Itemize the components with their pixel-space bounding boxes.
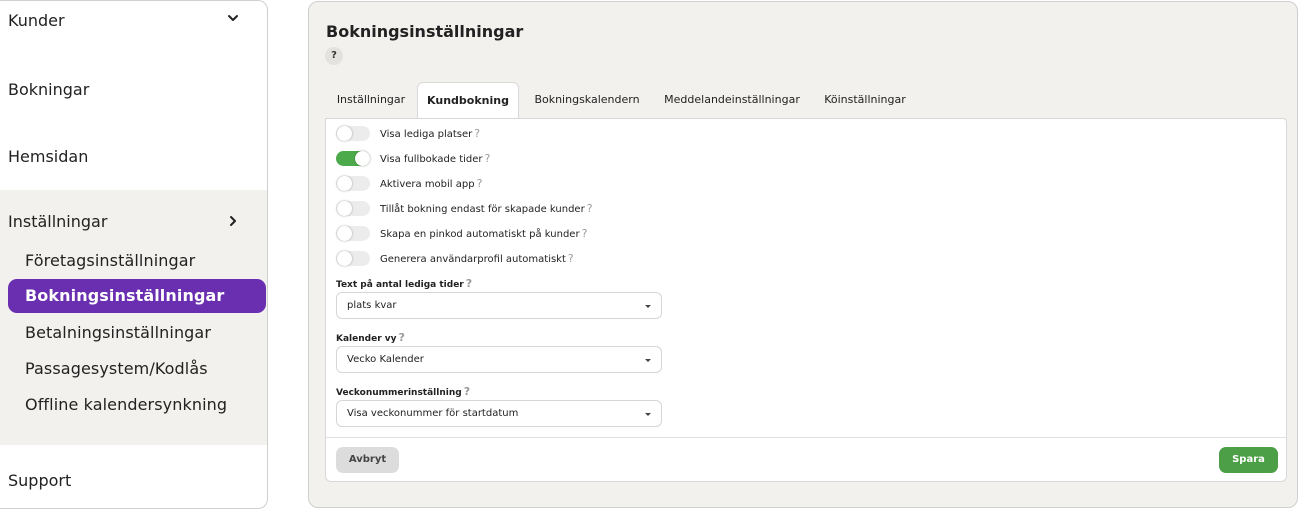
tab-koinstallningar[interactable]: Köinställningar <box>813 82 917 118</box>
field-label: Kalender vy <box>336 334 397 344</box>
toggle-label-wrap: Tillåt bokning endast för skapade kunder… <box>380 202 593 215</box>
toggle-row: Tillåt bokning endast för skapade kunder… <box>336 200 736 218</box>
toggle-row: Visa fullbokade tider? <box>336 150 736 168</box>
tab-bokningskalendern[interactable]: Bokningskalendern <box>525 82 649 118</box>
sidebar: Kunder Bokningar Hemsidan Inställningar … <box>0 0 268 509</box>
tab-installningar[interactable]: Inställningar <box>325 82 417 118</box>
sub-item-offline-kalendersynkning[interactable]: Offline kalendersynkning <box>25 395 227 414</box>
toggle-label: Tillåt bokning endast för skapade kunder <box>380 204 585 215</box>
caret-down-icon <box>645 359 651 362</box>
toggle-knob <box>337 176 352 191</box>
help-icon[interactable]: ? <box>325 47 343 65</box>
page-title: Bokningsinställningar <box>326 22 524 41</box>
field-label-wrap: Kalender vy? <box>336 331 405 344</box>
toggle-label: Aktivera mobil app <box>380 179 475 190</box>
toggle-knob <box>355 151 370 166</box>
toggle-row: Generera användarprofil automatiskt? <box>336 250 736 268</box>
nav-item-installningar[interactable]: Inställningar <box>8 212 107 231</box>
toggle-label-wrap: Visa fullbokade tider? <box>380 152 490 165</box>
nav-item-kunder[interactable]: Kunder <box>8 11 65 30</box>
help-icon[interactable]: ? <box>399 331 405 344</box>
toggle-label-wrap: Skapa en pinkod automatiskt på kunder? <box>380 227 587 240</box>
sub-item-bokningsinstallningar[interactable]: Bokningsinställningar <box>8 279 266 313</box>
toggle-row: Visa lediga platser? <box>336 125 736 143</box>
toggle-label-wrap: Aktivera mobil app? <box>380 177 482 190</box>
save-button[interactable]: Spara <box>1219 447 1278 473</box>
lediga-tider-select[interactable]: plats kvar <box>336 292 662 319</box>
help-icon[interactable]: ? <box>485 152 491 165</box>
field-label-wrap: Text på antal lediga tider? <box>336 277 472 290</box>
divider <box>326 437 1286 438</box>
visa-lediga-platser-toggle[interactable] <box>336 126 370 141</box>
nav-item-bokningar[interactable]: Bokningar <box>8 80 89 99</box>
nav-item-support[interactable]: Support <box>8 471 71 490</box>
field-label-wrap: Veckonummerinställning? <box>336 385 470 398</box>
toggle-knob <box>337 251 352 266</box>
help-icon[interactable]: ? <box>466 277 472 290</box>
generera-anvandarprofil-toggle[interactable] <box>336 251 370 266</box>
toggle-label-wrap: Visa lediga platser? <box>380 127 480 140</box>
help-icon[interactable]: ? <box>568 252 574 265</box>
tab-meddelandeinstallningar[interactable]: Meddelandeinställningar <box>659 82 805 118</box>
select-value: Vecko Kalender <box>347 354 424 365</box>
select-value: Visa veckonummer för startdatum <box>347 408 519 419</box>
toggle-label-wrap: Generera användarprofil automatiskt? <box>380 252 574 265</box>
select-value: plats kvar <box>347 300 397 311</box>
toggle-row: Skapa en pinkod automatiskt på kunder? <box>336 225 736 243</box>
cancel-button[interactable]: Avbryt <box>336 447 399 473</box>
help-icon[interactable]: ? <box>464 385 470 398</box>
field-label: Text på antal lediga tider <box>336 280 464 290</box>
toggle-label: Visa fullbokade tider <box>380 154 483 165</box>
sub-item-foretagsinstallningar[interactable]: Företagsinställningar <box>25 251 195 270</box>
tab-content: Visa lediga platser? Visa fullbokade tid… <box>325 118 1287 482</box>
toggle-row: Aktivera mobil app? <box>336 175 736 193</box>
toggle-knob <box>337 201 352 216</box>
help-icon[interactable]: ? <box>582 227 588 240</box>
help-icon[interactable]: ? <box>477 177 483 190</box>
kalender-vy-select[interactable]: Vecko Kalender <box>336 346 662 373</box>
veckonummer-select[interactable]: Visa veckonummer för startdatum <box>336 400 662 427</box>
field-label: Veckonummerinställning <box>336 388 462 398</box>
aktivera-mobil-app-toggle[interactable] <box>336 176 370 191</box>
visa-fullbokade-tider-toggle[interactable] <box>336 151 370 166</box>
toggle-label: Generera användarprofil automatiskt <box>380 254 566 265</box>
help-icon[interactable]: ? <box>587 202 593 215</box>
caret-down-icon <box>645 305 651 308</box>
settings-panel: Bokningsinställningar ? Inställningar Ku… <box>308 1 1298 508</box>
skapa-pinkod-toggle[interactable] <box>336 226 370 241</box>
toggle-label: Skapa en pinkod automatiskt på kunder <box>380 229 580 240</box>
toggle-knob <box>337 126 352 141</box>
nav-item-hemsidan[interactable]: Hemsidan <box>8 147 88 166</box>
tillat-bokning-toggle[interactable] <box>336 201 370 216</box>
chevron-down-icon[interactable] <box>226 11 240 25</box>
toggle-label: Visa lediga platser <box>380 129 473 140</box>
sub-item-passagesystem[interactable]: Passagesystem/Kodlås <box>25 359 208 378</box>
help-icon[interactable]: ? <box>474 127 480 140</box>
chevron-right-icon[interactable] <box>226 214 240 228</box>
sub-item-label: Bokningsinställningar <box>25 286 225 305</box>
toggle-knob <box>337 226 352 241</box>
caret-down-icon <box>645 413 651 416</box>
installningar-section: Inställningar Företagsinställningar Bokn… <box>0 190 267 445</box>
sub-item-betalningsinstallningar[interactable]: Betalningsinställningar <box>25 323 211 342</box>
tab-kundbokning[interactable]: Kundbokning <box>417 82 519 119</box>
